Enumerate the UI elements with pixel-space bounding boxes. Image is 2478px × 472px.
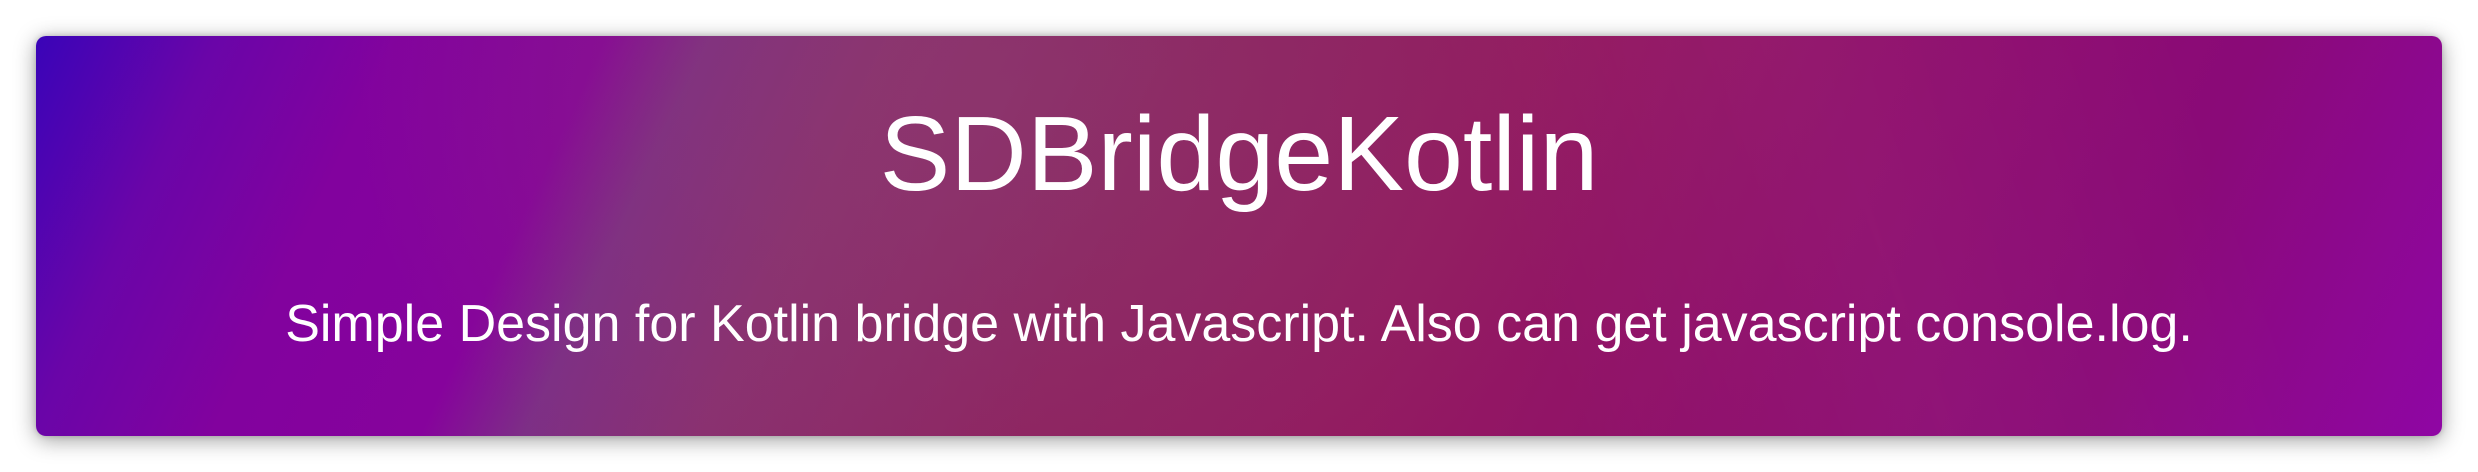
- project-banner: SDBridgeKotlin Simple Design for Kotlin …: [36, 36, 2442, 436]
- project-title: SDBridgeKotlin: [879, 95, 1599, 213]
- project-description: Simple Design for Kotlin bridge with Jav…: [285, 295, 2193, 353]
- page: SDBridgeKotlin Simple Design for Kotlin …: [0, 0, 2478, 472]
